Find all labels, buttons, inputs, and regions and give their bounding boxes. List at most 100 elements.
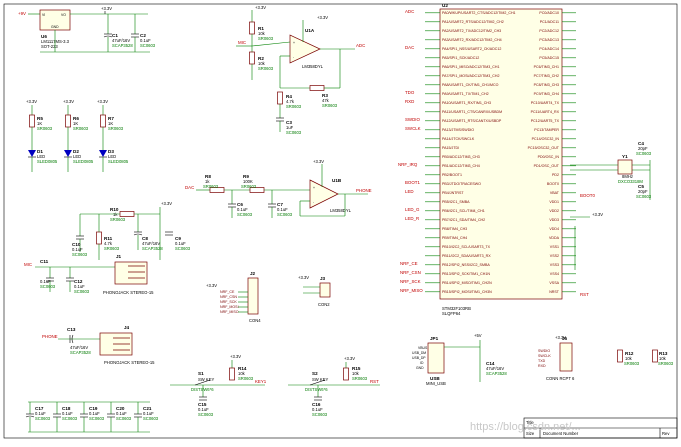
svg-text:SR0603: SR0603 [658,361,674,366]
mcu-right-pin-label: VDD2 [549,209,559,213]
svg-text:SR0603: SR0603 [203,184,219,189]
mcu-right-pin-label: VBAT [550,191,560,195]
j5-section: +3.3V J5 CONN RCPT 6 SWDIO SWCLK TXD RXD… [538,335,674,381]
svg-text:SC0603: SC0603 [636,194,652,199]
svg-text:SR0603: SR0603 [108,126,124,131]
mcu-right-pin-label: PD2 [552,173,559,177]
mcu-left-pin-label: PA14/JTCK/SWCLK [442,137,475,141]
svg-text:-: - [313,200,314,204]
svg-text:SC0603: SC0603 [72,252,88,257]
opamp-u1a-section: +3.3V R1 10k SR0603 MIC R2 10k SR0603 +-… [236,5,365,135]
mcu-left-pin-label: PA5/SPI1_SCK/ADC12 [442,56,479,60]
mcu-right-pin-label: VSS4 [550,272,559,276]
svg-text:NRF_CE: NRF_CE [220,290,235,294]
mcu-left-pin-label: PB9/TIM4_CH4 [442,236,467,240]
svg-text:SR0603: SR0603 [624,361,640,366]
mcu-right-pin-label: VDD3 [549,218,559,222]
svg-text:+3.3V: +3.3V [97,99,108,104]
v33-label-reg: +3.3V [101,6,112,11]
mcu-left-pin-label: PA13/JTMS/SWDIO [442,128,474,132]
svg-text:+: + [313,186,315,190]
mcu-left-pin-label: PA8/USART1_CK/TIM1_CH1/MCO [442,83,499,87]
svg-text:Y1: Y1 [622,154,628,159]
svg-text:NRF_MISO: NRF_MISO [400,288,423,293]
svg-text:USB_DM: USB_DM [412,351,426,355]
mcu-left-pin-label: PB5/I2C1_SMBA [442,200,470,204]
svg-text:SR0603: SR0603 [73,126,89,131]
svg-text:C13: C13 [67,327,76,332]
mcu-right-pin-label: PC9/TIM3_CH4 [534,92,559,96]
svg-text:+3.3V: +3.3V [63,99,74,104]
mcu-left-pin-label: PA2/USART2_TX/ADC12/TIM2_CH3 [442,29,501,33]
svg-text:SC0603: SC0603 [312,412,328,417]
mcu-left-pin-label: PA10/USART1_RX/TIM1_CH3 [442,101,491,105]
svg-text:USB_DP: USB_DP [412,356,426,360]
mcu-right-pin-label: PC6/TIM3_CH1 [534,65,559,69]
mcu-left-pin-label: PB3/JTDO/TRACESWO [442,182,481,186]
svg-text:+3.3V: +3.3V [206,283,217,288]
mcu-right-pin-label: PC12/UART5_TX [531,119,560,123]
svg-text:Rev: Rev [662,431,670,436]
mcu-left-pin-label: PB12/SPI2_NSS/I2C2_SMBA [442,263,490,267]
svg-text:SR0603: SR0603 [241,184,257,189]
svg-text:BOOT0: BOOT0 [580,193,595,198]
svg-text:J3: J3 [320,276,326,281]
mcu-left-pin-label: PA4/SPI1_NSS/USART2_CK/ADC12 [442,47,501,51]
svg-text:LM358DYL: LM358DYL [302,64,324,69]
mcu-left-pin-label: PB14/SPI2_MISO/TIM1_CH2N [442,281,492,285]
svg-text:RXD: RXD [405,99,414,104]
svg-text:MINI_USB: MINI_USB [426,381,446,386]
mcu-right-pin-label: PC14/OSC32_IN [532,137,560,141]
led-section: +3.3V +3.3V +3.3V R5 1K SR0603 D1 LED SL… [26,99,129,172]
svg-text:+3.3V: +3.3V [313,159,324,164]
switch-s1-section: +3.3V R14 10k SR0603 KEY1 S1 SW KEY DIST… [170,354,267,417]
svg-text:SC0603: SC0603 [175,246,191,251]
connector-j3 [319,282,331,298]
mcu-left-pin-label: PA0/WKUP/USART2_CTS/ADC12/TIM2_CH1 [442,11,516,15]
regulator-pkg: SOT-223 [41,44,58,49]
svg-text:MIC: MIC [238,40,246,45]
svg-text:+3.3V: +3.3V [317,15,328,20]
svg-text:C11: C11 [40,259,49,264]
mcu-right-pin-label: PD1/OSC_OUT [534,164,560,168]
svg-text:SC0603: SC0603 [89,416,105,421]
svg-text:ADC: ADC [405,9,414,14]
mcu-right-pin-label: PC8/TIM3_CH3 [534,83,559,87]
svg-text:LED_R: LED_R [405,216,419,221]
mcu-right-pin-label: PC2/ADC12 [539,29,559,33]
mcu-u2: U2 STM32F103RB SLQFP64 PA0/WKUP/USART2_C… [398,3,603,316]
svg-text:SWDIO: SWDIO [538,349,550,353]
svg-text:SCAP3528: SCAP3528 [486,371,507,376]
svg-text:SW KEY: SW KEY [312,377,328,382]
svg-text:PHONE: PHONE [356,188,372,193]
mcu-left-pin-label: PA11/USART1_CTS/CANRX/USBDM [442,110,502,114]
mcu-right-pin-label: PD0/OSC_IN [538,155,560,159]
mcu-left-pin-label: PB7/I2C1_SDA/TIM4_CH2 [442,218,485,222]
svg-text:+3.3V: +3.3V [161,201,172,206]
svg-text:SCAP3528: SCAP3528 [142,246,163,251]
svg-text:+5V: +5V [474,333,482,338]
mcu-right-pin-label: PC4/ADC14 [539,47,559,51]
svg-text:PHONOJACK STEREO-15: PHONOJACK STEREO-15 [104,360,155,365]
svg-text:SC0603: SC0603 [35,416,51,421]
svg-text:SC0603: SC0603 [237,212,253,217]
j3-section: +3.3V J3 CON2 [298,275,331,307]
crystal-y1 [617,159,633,175]
mcu-right-pin-label: PC11/UART4_RX [531,110,560,114]
watermark: https://blog.csdn.net/... [470,421,581,433]
regulator-section: +9V VI VO GND U6 LM1117MS-3.3 SOT-223 +3… [18,6,156,53]
svg-text:TXD: TXD [538,359,546,363]
mcu-left-pin-label: PB11/I2C2_SDA/USART3_RX [442,254,491,258]
mcu-right-pin-label: PC3/ADC13 [539,38,559,42]
svg-text:NRF_SCK: NRF_SCK [400,279,421,284]
mcu-left-pin-label: PB13/SPI2_SCK/TIM1_CH1N [442,272,490,276]
svg-text:SWDIO: SWDIO [405,117,420,122]
svg-text:+3.3V: +3.3V [298,275,309,280]
svg-text:SR0603: SR0603 [258,66,274,71]
svg-text:LM358DYL: LM358DYL [330,208,352,213]
mcu-left-pin-label: PA6/SPI1_MISO/ADC12/TIM3_CH1 [442,65,499,69]
mcu-left-pin-label: PA9/USART1_TX/TIM1_CH2 [442,92,489,96]
mcu-right-pin-label: VSS3 [550,263,559,267]
svg-text:DISTSW6*6: DISTSW6*6 [305,387,328,392]
svg-text:J1: J1 [116,254,122,259]
